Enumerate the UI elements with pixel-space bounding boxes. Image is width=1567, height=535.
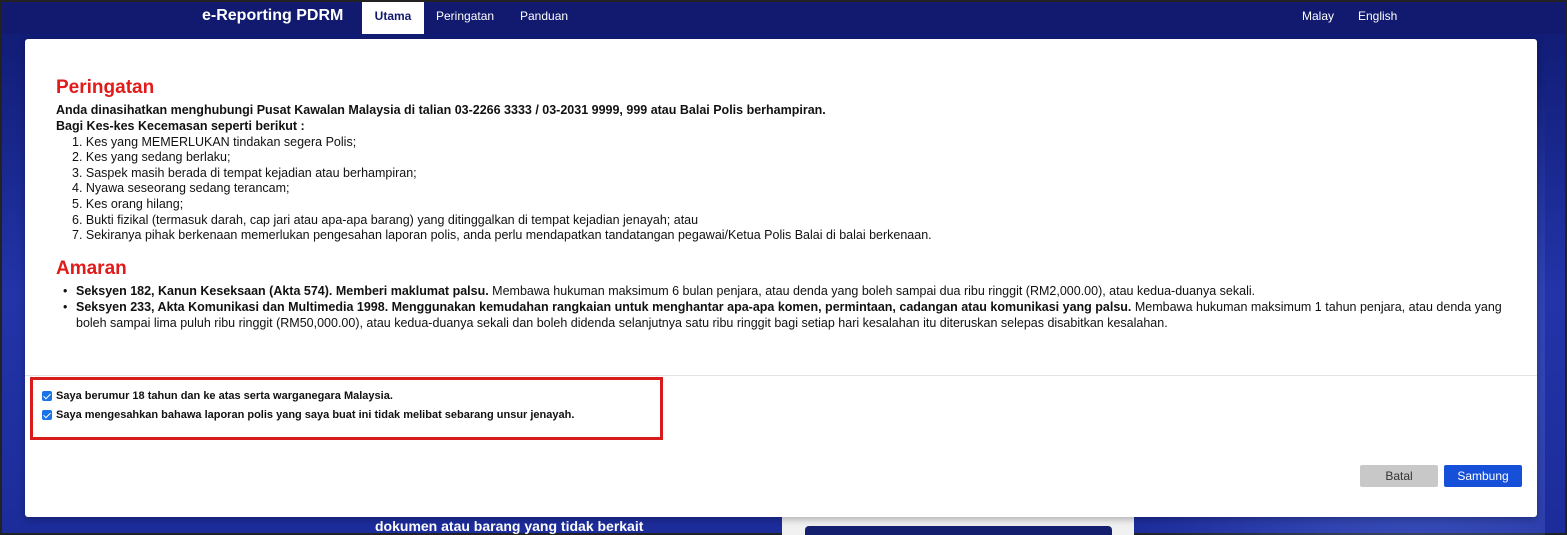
checkbox-checked-icon[interactable] <box>42 410 52 420</box>
case-item: 6. Bukti fizikal (termasuk darah, cap ja… <box>72 213 699 227</box>
no-crime-checkbox-row[interactable]: Saya mengesahkan bahawa laporan polis ya… <box>42 409 574 421</box>
case-item: 1. Kes yang MEMERLUKAN tindakan segera P… <box>72 135 357 149</box>
peringatan-heading: Peringatan <box>56 77 155 98</box>
bullet-dot: • <box>63 284 68 298</box>
brand-title: e-Reporting PDRM <box>202 7 344 24</box>
checkbox-label: Saya mengesahkan bahawa laporan polis ya… <box>56 409 575 421</box>
top-navbar: e-Reporting PDRM Utama Peringatan Pandua… <box>2 2 1565 34</box>
lang-english-link[interactable]: English <box>1346 2 1409 34</box>
disclaimer-modal: Peringatan Anda dinasihatkan menghubungi… <box>25 39 1537 517</box>
tab-peringatan[interactable]: Peringatan <box>424 2 506 34</box>
warning-law: Seksyen 233, Akta Komunikasi dan Multime… <box>76 300 1132 314</box>
background-button <box>805 526 1112 535</box>
amaran-heading: Amaran <box>56 258 127 279</box>
case-item: 4. Nyawa seseorang sedang terancam; <box>72 181 290 195</box>
case-item: 5. Kes orang hilang; <box>72 197 184 211</box>
tab-panduan[interactable]: Panduan <box>508 2 580 34</box>
case-item: 2. Kes yang sedang berlaku; <box>72 150 231 164</box>
warning-penalty: Membawa hukuman maksimum 6 bulan penjara… <box>488 284 1256 298</box>
tab-utama[interactable]: Utama <box>362 2 424 34</box>
warning-item: Seksyen 233, Akta Komunikasi dan Multime… <box>76 300 1516 331</box>
emergency-subheading: Bagi Kes-kes Kecemasan seperti berikut : <box>56 119 305 133</box>
warning-law: Seksyen 182, Kanun Keseksaan (Akta 574).… <box>76 284 489 298</box>
case-item: 7. Sekiranya pihak berkenaan memerlukan … <box>72 228 932 242</box>
cancel-button[interactable]: Batal <box>1360 465 1438 487</box>
age-citizen-checkbox-row[interactable]: Saya berumur 18 tahun dan ke atas serta … <box>42 390 393 402</box>
lang-malay-link[interactable]: Malay <box>1290 2 1346 34</box>
bullet-dot: • <box>63 300 68 314</box>
warning-item: Seksyen 182, Kanun Keseksaan (Akta 574).… <box>76 284 1516 300</box>
checkbox-label: Saya berumur 18 tahun dan ke atas serta … <box>56 390 393 402</box>
checkbox-checked-icon[interactable] <box>42 391 52 401</box>
divider <box>25 375 1537 376</box>
case-item: 3. Saspek masih berada di tempat kejadia… <box>72 166 417 180</box>
intro-text: Anda dinasihatkan menghubungi Pusat Kawa… <box>56 103 826 117</box>
continue-button[interactable]: Sambung <box>1444 465 1522 487</box>
background-text: dokumen atau barang yang tidak berkait <box>375 518 644 534</box>
confirmation-box: Saya berumur 18 tahun dan ke atas serta … <box>30 377 663 440</box>
